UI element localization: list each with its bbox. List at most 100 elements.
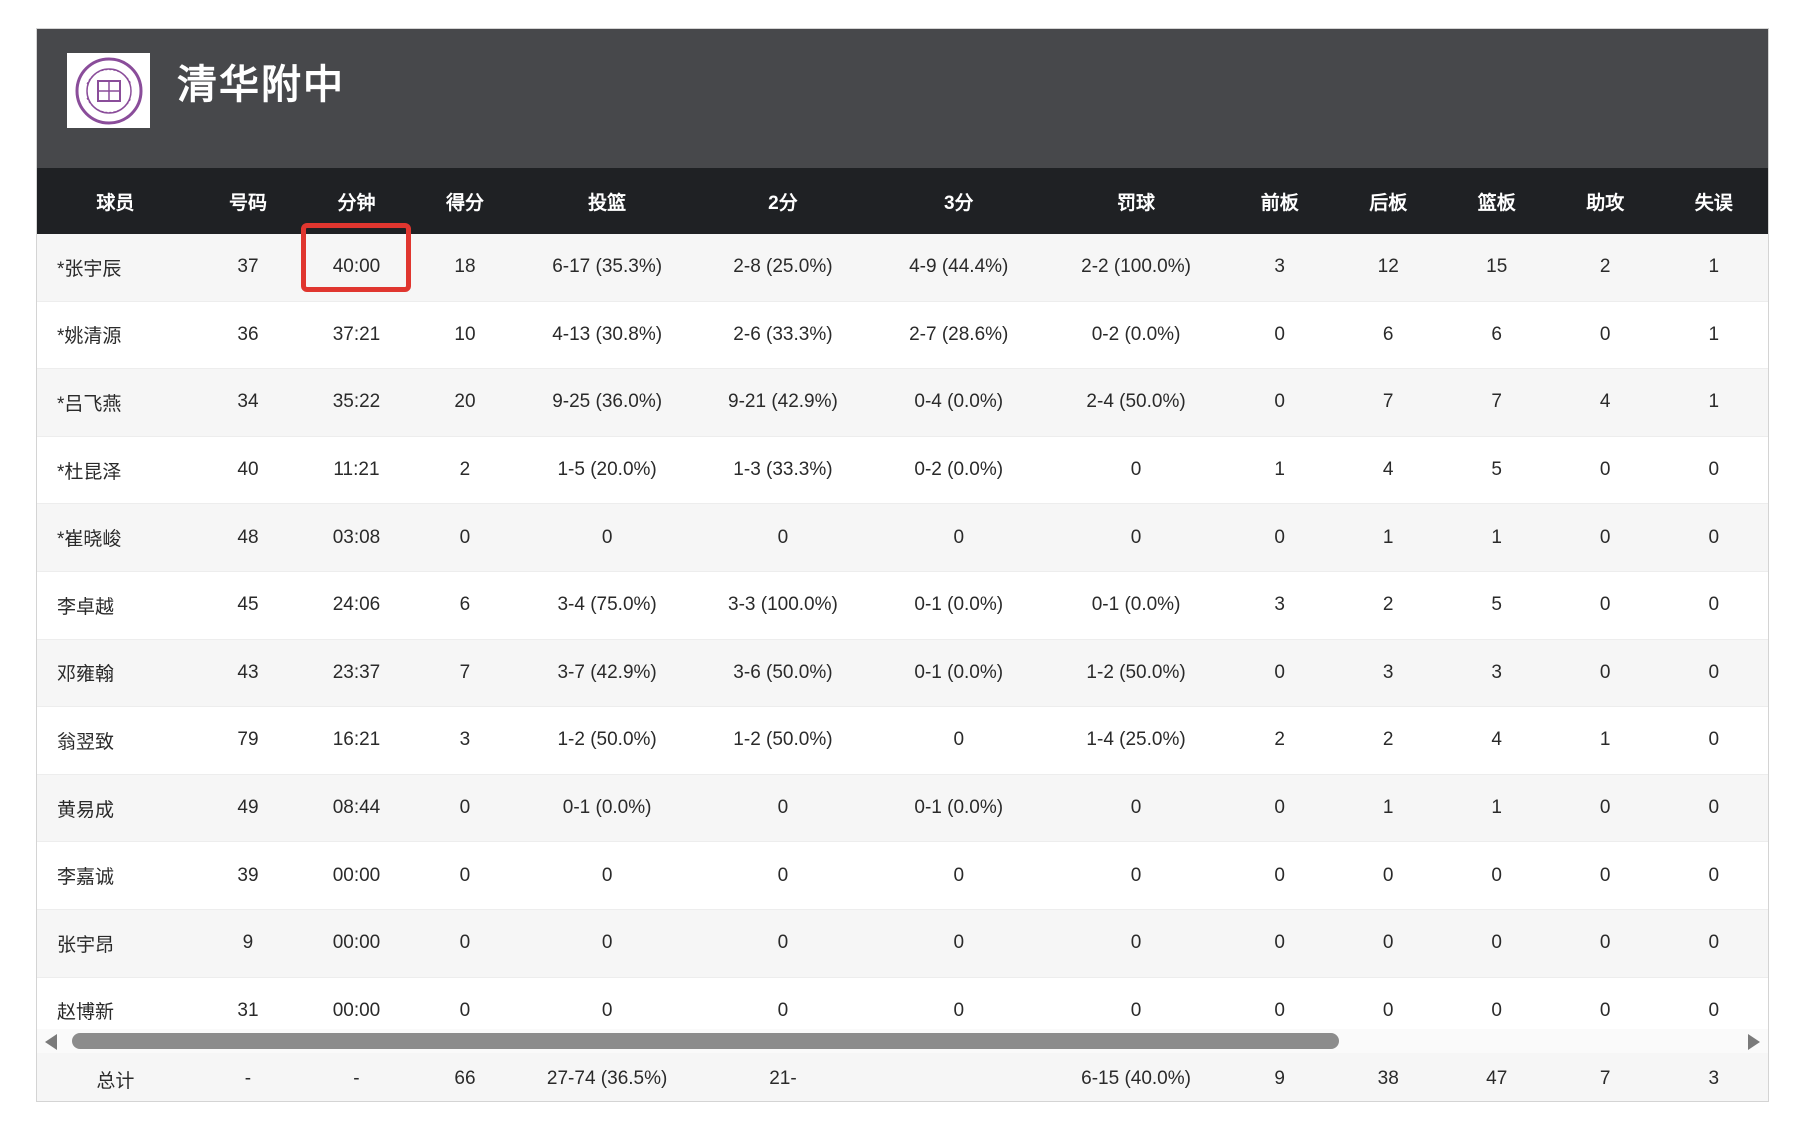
stat-cell: 40:00 bbox=[302, 234, 411, 302]
column-header[interactable]: 2分 bbox=[695, 168, 871, 234]
stat-cell: 7 bbox=[1333, 368, 1443, 437]
stat-cell: 0 bbox=[1046, 503, 1226, 572]
stat-cell: 3 bbox=[1333, 639, 1443, 708]
stat-cell: 0 bbox=[1046, 774, 1226, 843]
table-row[interactable]: *杜昆泽 40 11:21 2 1-5 (20.0%) 1-3 (33.3%) 0-2 (0… bbox=[37, 436, 1768, 505]
table-row[interactable]: 李嘉诚 39 00:00 0 0 0 0 0 0 0 0 0 0 bbox=[37, 841, 1768, 910]
table-header-row: 球员 号码 分钟 得分 投篮 2分 3分 罚球 前板 后板 篮板 助攻 失误 bbox=[37, 168, 1768, 234]
table-row[interactable]: *姚清源 36 37:21 10 4-13 (30.8%) 2-6 (33.3%) 2-7 … bbox=[37, 301, 1768, 370]
stat-cell: 11:21 bbox=[302, 436, 411, 505]
stat-cell: 03:08 bbox=[302, 503, 411, 572]
totals-label: 总计 bbox=[37, 1053, 194, 1101]
column-header[interactable]: 球员 bbox=[37, 168, 194, 234]
stat-cell: 0-4 (0.0%) bbox=[870, 368, 1047, 437]
stat-cell: 9 bbox=[193, 909, 303, 978]
player-name-cell: 张宇昂 bbox=[37, 909, 194, 978]
table-row[interactable]: *吕飞燕 34 35:22 20 9-25 (36.0%) 9-21 (42.9%) 0-4… bbox=[37, 368, 1768, 437]
stat-cell: 0 bbox=[1550, 571, 1660, 640]
stat-cell: 0-1 (0.0%) bbox=[870, 639, 1047, 708]
column-header[interactable]: 失误 bbox=[1659, 168, 1768, 234]
table-row[interactable]: 李卓越 45 24:06 6 3-4 (75.0%) 3-3 (100.0%) 0-1 (0… bbox=[37, 571, 1768, 640]
table-row[interactable]: 张宇昂 9 00:00 0 0 0 0 0 0 0 0 0 0 bbox=[37, 909, 1768, 978]
stat-cell: 0 bbox=[1550, 841, 1660, 910]
scroll-left-icon[interactable] bbox=[45, 1034, 57, 1050]
column-header[interactable]: 后板 bbox=[1333, 168, 1443, 234]
stat-cell: 0 bbox=[1659, 909, 1768, 978]
stat-cell: 9-25 (36.0%) bbox=[519, 368, 696, 437]
stat-cell: 6-17 (35.3%) bbox=[519, 234, 696, 302]
table-row[interactable]: 翁翌致 79 16:21 3 1-2 (50.0%) 1-2 (50.0%) 0 1-4 (2… bbox=[37, 706, 1768, 775]
stat-cell: 0 bbox=[695, 909, 871, 978]
stat-cell: 1-3 (33.3%) bbox=[695, 436, 871, 505]
horizontal-scrollbar[interactable] bbox=[37, 1029, 1768, 1053]
stat-cell: 7 bbox=[410, 639, 520, 708]
stat-cell: 0 bbox=[870, 909, 1047, 978]
stat-cell: 0 bbox=[1225, 503, 1334, 572]
stat-cell: 0-2 (0.0%) bbox=[1046, 301, 1226, 370]
stat-cell: 2 bbox=[1333, 706, 1443, 775]
stat-cell: 08:44 bbox=[302, 774, 411, 843]
stat-cell: 0 bbox=[1442, 909, 1551, 978]
column-header[interactable]: 罚球 bbox=[1046, 168, 1226, 234]
table-row[interactable]: *张宇辰 37 40:00 18 6-17 (35.3%) 2-8 (25.0%) 4-9 … bbox=[37, 234, 1768, 302]
stat-cell: 0 bbox=[1550, 909, 1660, 978]
stat-cell: 0 bbox=[1225, 909, 1334, 978]
stat-cell: 3-4 (75.0%) bbox=[519, 571, 696, 640]
stat-cell: 0 bbox=[1225, 841, 1334, 910]
table-row[interactable]: 邓雍翰 43 23:37 7 3-7 (42.9%) 3-6 (50.0%) 0-1 (0.… bbox=[37, 639, 1768, 708]
stat-cell: 0 bbox=[1550, 503, 1660, 572]
table-row[interactable]: *崔晓峻 48 03:08 0 0 0 0 0 0 1 1 0 0 bbox=[37, 503, 1768, 572]
stat-cell: 0 bbox=[1046, 436, 1226, 505]
stat-cell: 12 bbox=[1333, 234, 1443, 302]
stat-cell: 0-1 (0.0%) bbox=[870, 571, 1047, 640]
column-header[interactable]: 3分 bbox=[870, 168, 1047, 234]
totals-cell: 27-74 (36.5%) bbox=[519, 1053, 696, 1101]
stat-cell: 79 bbox=[193, 706, 303, 775]
stat-cell: 0 bbox=[1550, 774, 1660, 843]
column-header[interactable]: 号码 bbox=[193, 168, 303, 234]
totals-cell: 6-15 (40.0%) bbox=[1046, 1053, 1226, 1101]
player-name-cell: *吕飞燕 bbox=[37, 368, 194, 437]
scroll-right-icon[interactable] bbox=[1748, 1034, 1760, 1050]
stat-cell: 1 bbox=[1333, 503, 1443, 572]
stat-cell: 0 bbox=[870, 503, 1047, 572]
column-header[interactable]: 篮板 bbox=[1442, 168, 1551, 234]
stat-cell: 6 bbox=[410, 571, 520, 640]
stat-cell: 0 bbox=[695, 503, 871, 572]
stat-cell: 18 bbox=[410, 234, 520, 302]
totals-cell: 66 bbox=[410, 1053, 520, 1101]
stat-cell: 5 bbox=[1442, 571, 1551, 640]
stat-cell: 0 bbox=[695, 841, 871, 910]
stat-cell: 0 bbox=[519, 909, 696, 978]
stat-cell: 16:21 bbox=[302, 706, 411, 775]
stat-cell: 0 bbox=[1659, 436, 1768, 505]
stat-cell: 0 bbox=[1046, 909, 1226, 978]
stat-cell: 2-6 (33.3%) bbox=[695, 301, 871, 370]
stat-cell: 0 bbox=[1225, 368, 1334, 437]
stat-cell: 2-4 (50.0%) bbox=[1046, 368, 1226, 437]
stat-cell: 1 bbox=[1333, 774, 1443, 843]
scroll-thumb[interactable] bbox=[72, 1033, 1339, 1049]
column-header[interactable]: 前板 bbox=[1225, 168, 1334, 234]
column-header[interactable]: 分钟 bbox=[302, 168, 411, 234]
player-name-cell: *杜昆泽 bbox=[37, 436, 194, 505]
stat-cell: 0-1 (0.0%) bbox=[1046, 571, 1226, 640]
player-name-cell: 翁翌致 bbox=[37, 706, 194, 775]
column-header[interactable]: 助攻 bbox=[1550, 168, 1660, 234]
stat-cell: 0 bbox=[1333, 841, 1443, 910]
column-header[interactable]: 投篮 bbox=[519, 168, 696, 234]
stats-table-container[interactable]: 球员 号码 分钟 得分 投篮 2分 3分 罚球 前板 后板 篮板 助攻 失误 *张宇辰 37 40:00 18… bbox=[37, 168, 1768, 1046]
stat-cell: 0 bbox=[870, 706, 1047, 775]
stat-cell: 0 bbox=[695, 774, 871, 843]
stat-cell: 4 bbox=[1550, 368, 1660, 437]
stat-cell: 0 bbox=[1225, 301, 1334, 370]
stat-cell: 0 bbox=[1659, 571, 1768, 640]
stat-cell: 2 bbox=[1225, 706, 1334, 775]
column-header[interactable]: 得分 bbox=[410, 168, 520, 234]
table-row[interactable]: 黄易成 49 08:44 0 0-1 (0.0%) 0 0-1 (0.0%) 0 0 1 1 0 0 bbox=[37, 774, 1768, 843]
stat-cell: 2-2 (100.0%) bbox=[1046, 234, 1226, 302]
stat-cell: 36 bbox=[193, 301, 303, 370]
player-name-cell: 邓雍翰 bbox=[37, 639, 194, 708]
stat-cell: 3-6 (50.0%) bbox=[695, 639, 871, 708]
stat-cell: 3-7 (42.9%) bbox=[519, 639, 696, 708]
